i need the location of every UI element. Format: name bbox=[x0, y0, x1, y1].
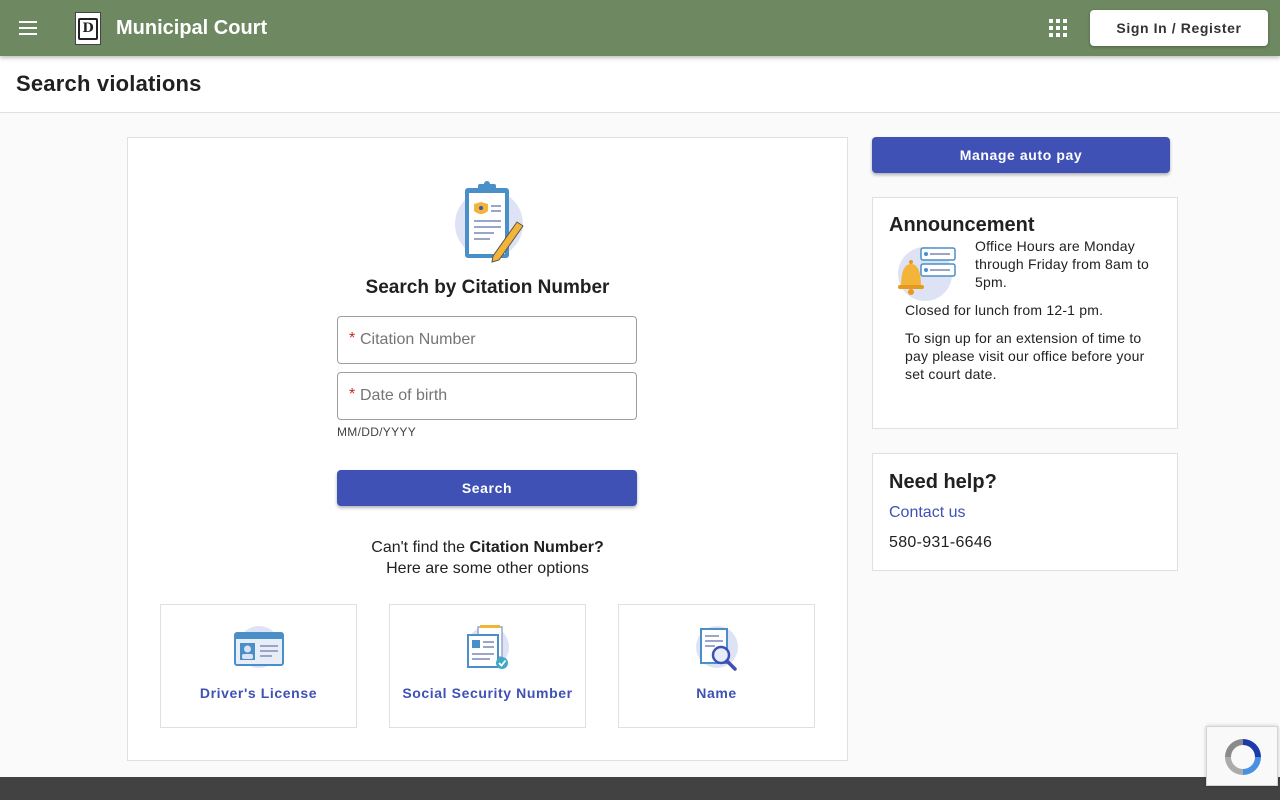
menu-icon[interactable] bbox=[10, 10, 46, 46]
manage-auto-pay-button[interactable]: Manage auto pay bbox=[872, 137, 1170, 173]
announcement-text: Office Hours are Monday through Friday f… bbox=[905, 237, 1163, 393]
apps-grid-icon[interactable] bbox=[1046, 16, 1070, 40]
recaptcha-badge[interactable] bbox=[1206, 726, 1278, 786]
id-card-icon bbox=[234, 626, 284, 668]
search-button[interactable]: Search bbox=[337, 470, 637, 506]
date-format-hint: MM/DD/YYYY bbox=[337, 425, 417, 439]
name-label: Name bbox=[696, 685, 737, 701]
citation-number-field[interactable]: * bbox=[337, 316, 637, 364]
search-card: Search by Citation Number * * MM/DD/YYYY… bbox=[127, 137, 848, 761]
announcement-line-extension: To sign up for an extension of time to p… bbox=[905, 330, 1145, 382]
required-marker: * bbox=[349, 386, 356, 403]
name-search-option[interactable]: Name bbox=[618, 604, 815, 728]
recaptcha-icon bbox=[1225, 739, 1261, 775]
announcement-card: Announcement Office Hours are Monday thr… bbox=[872, 197, 1178, 429]
ssn-document-icon bbox=[467, 625, 509, 669]
app-title[interactable]: Municipal Court bbox=[116, 16, 267, 40]
other-options-text: Can't find the Citation Number? Here are… bbox=[128, 537, 847, 579]
cant-find-prefix: Can't find the bbox=[371, 539, 470, 556]
search-heading: Search by Citation Number bbox=[365, 277, 610, 298]
drivers-license-option[interactable]: Driver's License bbox=[160, 604, 357, 728]
drivers-license-label: Driver's License bbox=[199, 685, 318, 701]
clipboard-citation-icon bbox=[455, 181, 524, 263]
required-marker: * bbox=[349, 330, 356, 347]
citation-number-input[interactable] bbox=[338, 317, 636, 363]
cant-find-line2: Here are some other options bbox=[386, 560, 589, 577]
court-logo[interactable]: D bbox=[75, 12, 101, 45]
announcement-line-lunch: Closed for lunch from 12-1 pm. bbox=[905, 302, 1104, 318]
help-card: Need help? Contact us 580-931-6646 bbox=[872, 453, 1178, 571]
date-of-birth-field[interactable]: * bbox=[337, 372, 637, 420]
social-security-label: Social Security Number bbox=[402, 685, 573, 701]
page-header: Search violations bbox=[0, 56, 1280, 113]
date-of-birth-input[interactable] bbox=[338, 373, 636, 419]
app-bar: D Municipal Court Sign In / Register bbox=[0, 0, 1280, 56]
announcement-title: Announcement bbox=[889, 214, 1035, 236]
footer bbox=[0, 777, 1280, 800]
name-search-icon bbox=[696, 626, 738, 671]
contact-us-link[interactable]: Contact us bbox=[889, 504, 965, 522]
social-security-option[interactable]: Social Security Number bbox=[389, 604, 586, 728]
cant-find-bold: Citation Number? bbox=[469, 539, 604, 556]
page-title: Search violations bbox=[16, 71, 202, 96]
phone-number: 580-931-6646 bbox=[889, 534, 993, 551]
sign-in-register-button[interactable]: Sign In / Register bbox=[1090, 10, 1268, 46]
help-title: Need help? bbox=[889, 471, 997, 493]
